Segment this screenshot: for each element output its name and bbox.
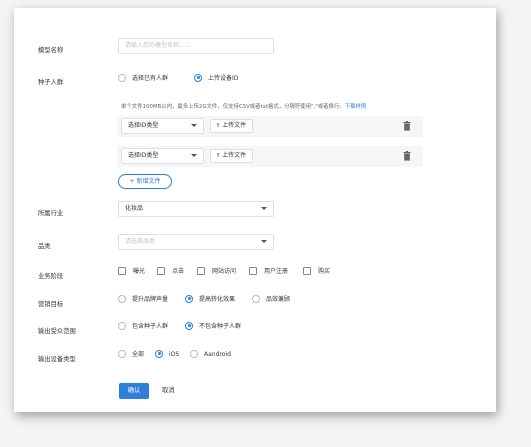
- cancel-button[interactable]: 取消: [162, 383, 175, 399]
- checkbox-icon: [197, 266, 205, 275]
- category-label: 品类: [38, 243, 51, 250]
- device-option-ios[interactable]: iOS: [155, 349, 179, 361]
- seed-label: 种子人群: [38, 79, 64, 86]
- stage-label: 业务阶段: [38, 273, 64, 280]
- trash-icon[interactable]: [403, 151, 411, 161]
- radio-icon: [190, 349, 198, 358]
- model-name-label: 模型名称: [38, 47, 64, 54]
- radio-icon: [118, 349, 126, 358]
- checkbox-icon: [118, 266, 126, 275]
- upload-hint: 单个文件100MB以内，最多上传2G文件，仅支持CSV或者txt格式，分隔符使用…: [121, 104, 367, 110]
- goal-option-balanced[interactable]: 品效兼顾: [252, 294, 290, 306]
- download-sample-link[interactable]: 下载样例: [345, 104, 367, 110]
- stage-checkbox-exposure[interactable]: 曝光: [118, 266, 145, 278]
- radio-icon: [118, 73, 126, 82]
- seed-option-existing[interactable]: 选择已有人群: [118, 73, 168, 85]
- device-option-android[interactable]: Aandroid: [190, 349, 231, 361]
- radio-selected-icon: [155, 349, 163, 358]
- stage-checkbox-visit[interactable]: 网站访问: [197, 266, 236, 278]
- chevron-down-icon: [261, 240, 267, 243]
- audience-option-exclude[interactable]: 不包含种子人群: [185, 321, 241, 333]
- radio-icon: [118, 294, 126, 303]
- confirm-button[interactable]: 确认: [119, 383, 149, 399]
- chevron-down-icon: [191, 124, 197, 127]
- chevron-down-icon: [191, 154, 197, 157]
- upload-file-button-2[interactable]: ⭱ 上传文件: [210, 149, 254, 163]
- radio-icon: [252, 294, 260, 303]
- goal-option-conversion[interactable]: 提高转化效果: [185, 294, 235, 306]
- checkbox-icon: [303, 266, 311, 275]
- chevron-down-icon: [261, 207, 267, 210]
- industry-select[interactable]: 化妆品: [118, 201, 274, 217]
- device-label: 输出设备类型: [38, 356, 76, 363]
- seed-option-upload[interactable]: 上传设备ID: [194, 73, 238, 85]
- upload-icon: ⭱: [217, 152, 220, 159]
- radio-icon: [118, 321, 126, 330]
- radio-selected-icon: [185, 321, 193, 330]
- stage-checkbox-purchase[interactable]: 购买: [303, 266, 330, 278]
- upload-icon: ⭱: [217, 122, 220, 129]
- audience-option-include[interactable]: 包含种子人群: [118, 321, 168, 333]
- form-card: 模型名称 请输入您的模型名称...... 种子人群 选择已有人群 上传设备ID …: [14, 8, 496, 412]
- industry-label: 所属行业: [38, 210, 64, 217]
- id-type-select-2[interactable]: 选择ID类型: [121, 148, 204, 164]
- add-file-button[interactable]: + 新增文件: [118, 174, 172, 189]
- checkbox-icon: [157, 266, 165, 275]
- id-type-select-1[interactable]: 选择ID类型: [121, 118, 204, 134]
- upload-file-button-1[interactable]: ⭱ 上传文件: [210, 119, 254, 133]
- stage-checkbox-click[interactable]: 点击: [157, 266, 184, 278]
- device-option-all[interactable]: 全部: [118, 349, 144, 361]
- stage-checkbox-register[interactable]: 用户注册: [249, 266, 288, 278]
- radio-selected-icon: [185, 294, 193, 303]
- trash-icon[interactable]: [403, 121, 411, 131]
- category-select[interactable]: 请选择品类: [118, 234, 274, 250]
- radio-selected-icon: [194, 73, 202, 82]
- audience-label: 输出受众范围: [38, 328, 76, 335]
- goal-option-brand[interactable]: 提升品牌声量: [118, 294, 168, 306]
- model-name-input[interactable]: 请输入您的模型名称......: [118, 38, 274, 54]
- goal-label: 营销目标: [38, 301, 64, 308]
- checkbox-icon: [249, 266, 257, 275]
